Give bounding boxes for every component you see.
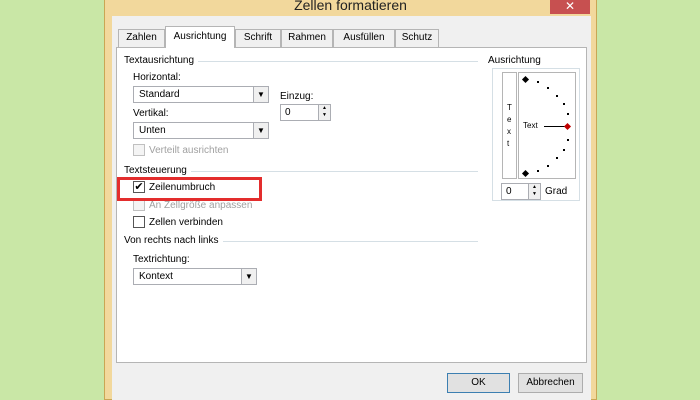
tab-rahmen[interactable]: Rahmen bbox=[281, 29, 333, 47]
grad-value: 0 bbox=[506, 186, 512, 197]
horizontal-select[interactable]: Standard ▼ bbox=[133, 86, 269, 103]
dial-dot bbox=[567, 113, 569, 115]
zellen-verbinden-checkbox[interactable] bbox=[133, 216, 145, 228]
group-label-ausrichtung: Ausrichtung bbox=[488, 55, 545, 66]
tab-ausfuellen[interactable]: Ausfüllen bbox=[333, 29, 395, 47]
chevron-down-icon[interactable]: ▼ bbox=[241, 269, 256, 284]
vertical-text-letter: x bbox=[507, 127, 511, 136]
dial-dot bbox=[547, 165, 549, 167]
tab-schrift[interactable]: Schrift bbox=[235, 29, 281, 47]
group-label-rechts-nach-links: Von rechts nach links bbox=[124, 235, 223, 246]
spin-arrows-icon[interactable]: ▲ ▼ bbox=[318, 105, 330, 120]
vertikal-value: Unten bbox=[139, 125, 166, 136]
highlight-box bbox=[117, 177, 262, 201]
vertical-text-letter: e bbox=[507, 115, 512, 124]
zellgroesse-label: An Zellgröße anpassen bbox=[149, 200, 253, 211]
format-cells-dialog: Zellen formatieren ✕ Zahlen Ausrichtung … bbox=[104, 0, 597, 400]
vertical-text-letter: t bbox=[507, 139, 510, 148]
einzug-spinner[interactable]: 0 ▲ ▼ bbox=[280, 104, 331, 121]
close-button[interactable]: ✕ bbox=[550, 0, 590, 14]
dial-dot bbox=[563, 149, 565, 151]
grad-label: Grad bbox=[545, 186, 568, 197]
tab-ausrichtung[interactable]: Ausrichtung bbox=[165, 26, 235, 48]
tab-zahlen[interactable]: Zahlen bbox=[118, 29, 165, 47]
ok-button[interactable]: OK bbox=[447, 373, 510, 393]
dial-text: Text bbox=[523, 121, 538, 130]
verteilt-checkbox[interactable] bbox=[133, 144, 145, 156]
vertikal-select[interactable]: Unten ▼ bbox=[133, 122, 269, 139]
title-bar: Zellen formatieren ✕ bbox=[105, 0, 596, 16]
vertical-text-letter: T bbox=[507, 103, 512, 112]
vertical-text-button[interactable]: T e x t bbox=[502, 72, 517, 179]
cancel-button[interactable]: Abbrechen bbox=[518, 373, 583, 393]
group-label-textausrichtung: Textausrichtung bbox=[124, 55, 199, 66]
textrichtung-select[interactable]: Kontext ▼ bbox=[133, 268, 257, 285]
dial-dot bbox=[567, 139, 569, 141]
tab-panel-ausrichtung: Textausrichtung Horizontal: Standard ▼ E… bbox=[116, 47, 587, 363]
close-icon[interactable]: ✕ bbox=[565, 0, 575, 13]
dial-handle-icon[interactable] bbox=[563, 122, 572, 131]
zellen-verbinden-label: Zellen verbinden bbox=[149, 217, 223, 228]
dial-dot bbox=[547, 87, 549, 89]
einzug-label: Einzug: bbox=[280, 91, 314, 102]
textrichtung-label: Textrichtung: bbox=[133, 254, 190, 265]
dial-marker-icon bbox=[521, 169, 530, 178]
dial-dot bbox=[563, 103, 565, 105]
horizontal-value: Standard bbox=[139, 89, 180, 100]
dial-dot bbox=[556, 95, 558, 97]
dial-dot bbox=[537, 170, 539, 172]
spin-arrows-icon[interactable]: ▲ ▼ bbox=[528, 184, 540, 199]
verteilt-label: Verteilt ausrichten bbox=[149, 145, 229, 156]
chevron-down-icon[interactable]: ▼ bbox=[253, 87, 268, 102]
tab-schutz[interactable]: Schutz bbox=[395, 29, 439, 47]
group-label-textsteuerung: Textsteuerung bbox=[124, 165, 191, 176]
horizontal-label: Horizontal: bbox=[133, 72, 181, 83]
orientation-dial[interactable]: Text bbox=[518, 72, 576, 179]
dialog-title: Zellen formatieren bbox=[294, 0, 407, 13]
dialog-client: Zahlen Ausrichtung Schrift Rahmen Ausfül… bbox=[112, 16, 591, 400]
textrichtung-value: Kontext bbox=[139, 271, 173, 282]
grad-spinner[interactable]: 0 ▲ ▼ bbox=[501, 183, 541, 200]
chevron-down-icon[interactable]: ▼ bbox=[253, 123, 268, 138]
dial-dot bbox=[556, 157, 558, 159]
einzug-value: 0 bbox=[285, 107, 291, 118]
dial-dot bbox=[537, 81, 539, 83]
vertikal-label: Vertikal: bbox=[133, 108, 169, 119]
dial-marker-icon bbox=[521, 75, 530, 84]
orientation-box: T e x t Text 0 ▲ ▼ Grad bbox=[492, 68, 580, 201]
